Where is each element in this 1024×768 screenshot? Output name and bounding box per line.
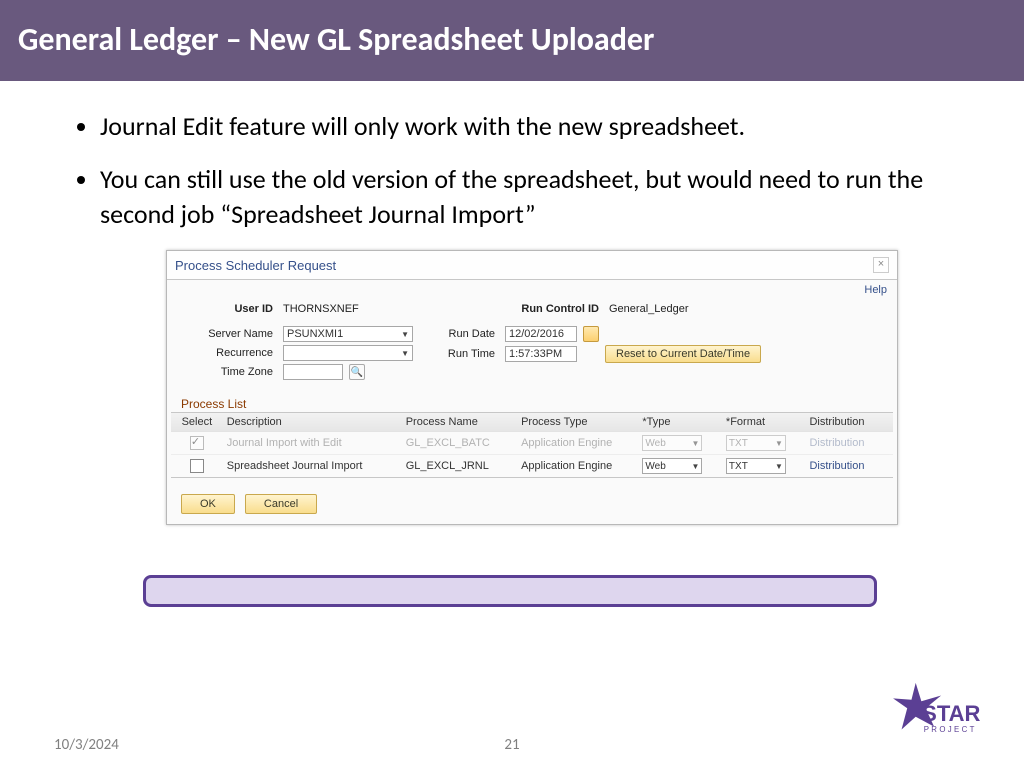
run-control-label: Run Control ID <box>489 303 599 315</box>
bullet-item: You can still use the old version of the… <box>100 162 968 232</box>
col-select: Select <box>171 413 223 431</box>
recurrence-label: Recurrence <box>181 347 273 359</box>
recurrence-select[interactable]: ▼ <box>283 345 413 361</box>
chevron-down-icon: ▼ <box>401 330 409 339</box>
slide-footer: 10/3/2024 21 STAR PROJECT <box>0 736 1024 754</box>
format-select[interactable]: TXT▼ <box>726 435 786 451</box>
table-header-row: Select Description Process Name Process … <box>171 413 893 432</box>
process-list-header: Process List <box>181 397 897 412</box>
table-row: Spreadsheet Journal Import GL_EXCL_JRNL … <box>171 455 893 477</box>
process-list-table: Select Description Process Name Process … <box>171 412 893 478</box>
distribution-link[interactable]: Distribution <box>805 434 893 452</box>
cancel-button[interactable]: Cancel <box>245 494 317 514</box>
type-select[interactable]: Web▼ <box>642 435 702 451</box>
slide-title-bar: General Ledger – New GL Spreadsheet Uplo… <box>0 0 1024 81</box>
format-select[interactable]: TXT▼ <box>726 458 786 474</box>
row-process-type: Application Engine <box>517 457 638 475</box>
chevron-down-icon: ▼ <box>691 462 699 471</box>
chevron-down-icon: ▼ <box>775 462 783 471</box>
bullet-list: Journal Edit feature will only work with… <box>56 109 968 232</box>
calendar-icon[interactable] <box>583 326 599 342</box>
run-control-value: General_Ledger <box>609 303 689 315</box>
select-checkbox[interactable] <box>190 459 204 473</box>
col-process-name: Process Name <box>402 413 517 431</box>
table-row: Journal Import with Edit GL_EXCL_BATC Ap… <box>171 432 893 455</box>
time-zone-label: Time Zone <box>181 366 273 378</box>
row-description: Journal Import with Edit <box>223 434 402 452</box>
footer-page: 21 <box>504 736 519 754</box>
highlight-overlay <box>143 575 877 607</box>
run-date-label: Run Date <box>425 328 495 340</box>
row-process-name: GL_EXCL_BATC <box>402 434 517 452</box>
svg-text:PROJECT: PROJECT <box>924 725 977 734</box>
reset-date-time-button[interactable]: Reset to Current Date/Time <box>605 345 761 363</box>
ok-button[interactable]: OK <box>181 494 235 514</box>
chevron-down-icon: ▼ <box>401 349 409 358</box>
type-select[interactable]: Web▼ <box>642 458 702 474</box>
select-checkbox[interactable] <box>190 436 204 450</box>
chevron-down-icon: ▼ <box>775 439 783 448</box>
run-date-input[interactable]: 12/02/2016 <box>505 326 577 342</box>
distribution-link[interactable]: Distribution <box>805 457 893 475</box>
user-id-label: User ID <box>181 303 273 315</box>
col-process-type: Process Type <box>517 413 638 431</box>
time-zone-input[interactable] <box>283 364 343 380</box>
run-time-input[interactable]: 1:57:33PM <box>505 346 577 362</box>
row-description: Spreadsheet Journal Import <box>223 457 402 475</box>
bullet-item: Journal Edit feature will only work with… <box>100 109 968 144</box>
col-distribution: Distribution <box>805 413 893 431</box>
help-link[interactable]: Help <box>864 284 887 296</box>
row-process-name: GL_EXCL_JRNL <box>402 457 517 475</box>
row-process-type: Application Engine <box>517 434 638 452</box>
footer-date: 10/3/2024 <box>54 736 119 754</box>
star-project-logo: STAR PROJECT <box>886 680 996 746</box>
run-time-label: Run Time <box>425 348 495 360</box>
dialog-title: Process Scheduler Request <box>175 258 336 273</box>
close-icon[interactable]: × <box>873 257 889 273</box>
svg-text:STAR: STAR <box>922 701 980 726</box>
chevron-down-icon: ▼ <box>691 439 699 448</box>
user-id-value: THORNSXNEF <box>283 303 483 315</box>
lookup-icon[interactable]: 🔍 <box>349 364 365 380</box>
slide-body: Journal Edit feature will only work with… <box>0 81 1024 525</box>
col-description: Description <box>223 413 402 431</box>
col-format: *Format <box>722 413 806 431</box>
server-name-label: Server Name <box>181 328 273 340</box>
process-scheduler-dialog: Process Scheduler Request × Help User ID… <box>166 250 898 525</box>
col-type: *Type <box>638 413 722 431</box>
server-name-select[interactable]: PSUNXMI1▼ <box>283 326 413 342</box>
slide-title: General Ledger – New GL Spreadsheet Uplo… <box>18 20 1006 59</box>
